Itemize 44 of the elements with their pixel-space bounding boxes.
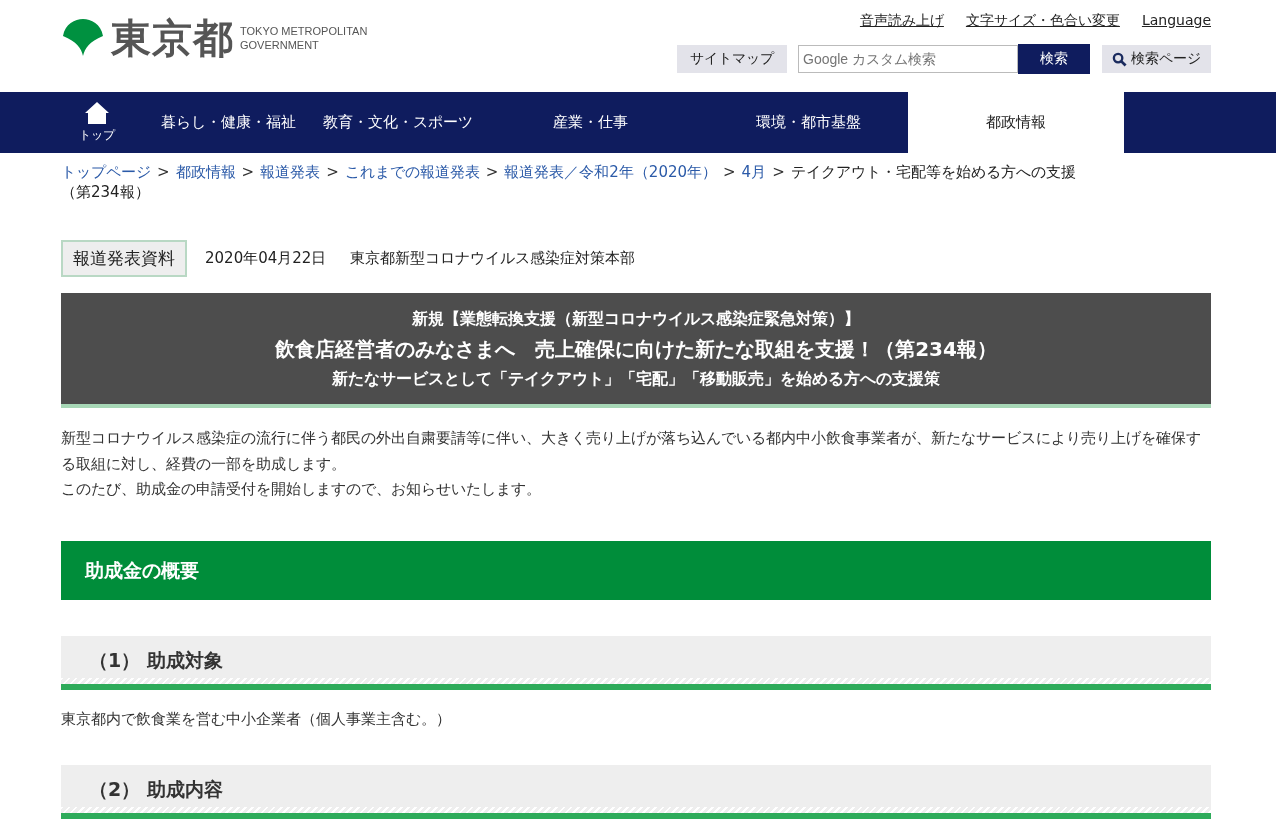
sitemap-button[interactable]: サイトマップ	[677, 45, 787, 73]
breadcrumb-separator: >	[723, 163, 736, 181]
department-name: 東京都新型コロナウイルス感染症対策本部	[350, 249, 636, 268]
nav-tab[interactable]: 暮らし・健康・福祉	[133, 92, 323, 153]
search-field[interactable]: Google カスタム検索	[798, 45, 1018, 73]
breadcrumb-separator: >	[485, 163, 499, 181]
subsection-heading: （1） 助成対象	[61, 635, 1211, 690]
search-button[interactable]: 検索	[1018, 44, 1090, 74]
breadcrumb-separator: >	[157, 163, 170, 181]
nav-tab[interactable]: 環境・都市基盤	[708, 92, 908, 153]
title-line: 飲食店経営者のみなさまへ 売上確保に向けた新たな取組を支援！（第234報）	[274, 336, 998, 363]
intro-paragraph: 新型コロナウイルス感染症の流行に伴う都民の外出自粛要請等に伴い、大きく売り上げが落ち込んでいる都内中小飲食事業者が、新たなサービスにより売り上げを確保する取組に対し、経費の一部を助成します。	[61, 428, 1202, 475]
breadcrumb-link[interactable]: これまでの報道発表	[344, 163, 480, 181]
breadcrumb-separator: >	[326, 163, 339, 181]
logo-text: 東京都	[111, 18, 234, 58]
search-icon	[1112, 51, 1127, 67]
breadcrumb-link[interactable]: 報道発表	[260, 163, 321, 181]
house-icon	[84, 101, 110, 125]
nav-tab[interactable]: 産業・仕事	[473, 92, 708, 153]
breadcrumb-separator: >	[241, 163, 255, 181]
breadcrumb-separator: >	[772, 163, 785, 181]
breadcrumb-link[interactable]: トップページ	[61, 163, 151, 181]
breadcrumb-link[interactable]: 報道発表／令和2年（2020年）	[504, 163, 718, 181]
search-page-button[interactable]: 検索ページ	[1102, 45, 1211, 73]
intro-paragraph: このたび、助成金の申請受付を開始しますので、お知らせいたします。	[61, 479, 542, 500]
subsection-text: 東京都内で飲食業を営む中小企業者（個人事業主含む。）	[61, 709, 452, 729]
breadcrumb-link[interactable]: 4月	[741, 163, 767, 181]
utility-link[interactable]: Language	[1141, 12, 1211, 30]
nav-tab[interactable]: 都政情報	[908, 92, 1124, 153]
title-line: 新規【業態転換支援（新型コロナウイルス感染症緊急対策）】	[411, 309, 861, 330]
utility-link[interactable]: 音声読み上げ	[859, 12, 944, 30]
home-tab[interactable]: トップ	[61, 92, 133, 153]
subsection-heading: （2） 助成内容	[61, 764, 1211, 819]
breadcrumb-link[interactable]: 都政情報	[175, 163, 236, 181]
release-date: 2020年04月22日	[205, 249, 327, 268]
press-release-badge: 報道発表資料	[61, 240, 187, 277]
ginkgo-leaf-icon	[61, 18, 105, 58]
logo-subtitle: TOKYO METROPOLITAN GOVERNMENT	[240, 23, 369, 53]
nav-tab[interactable]: 教育・文化・スポーツ	[323, 92, 473, 153]
breadcrumb-current: （第234報）	[61, 182, 150, 202]
section-heading: 助成金の概要	[61, 540, 1211, 600]
utility-link[interactable]: 文字サイズ・色合い変更	[965, 12, 1120, 30]
title-line: 新たなサービスとして「テイクアウト」「宅配」「移動販売」を始める方への支援策	[331, 369, 941, 390]
breadcrumb-current: テイクアウト・宅配等を始める方への支援	[790, 163, 1076, 181]
